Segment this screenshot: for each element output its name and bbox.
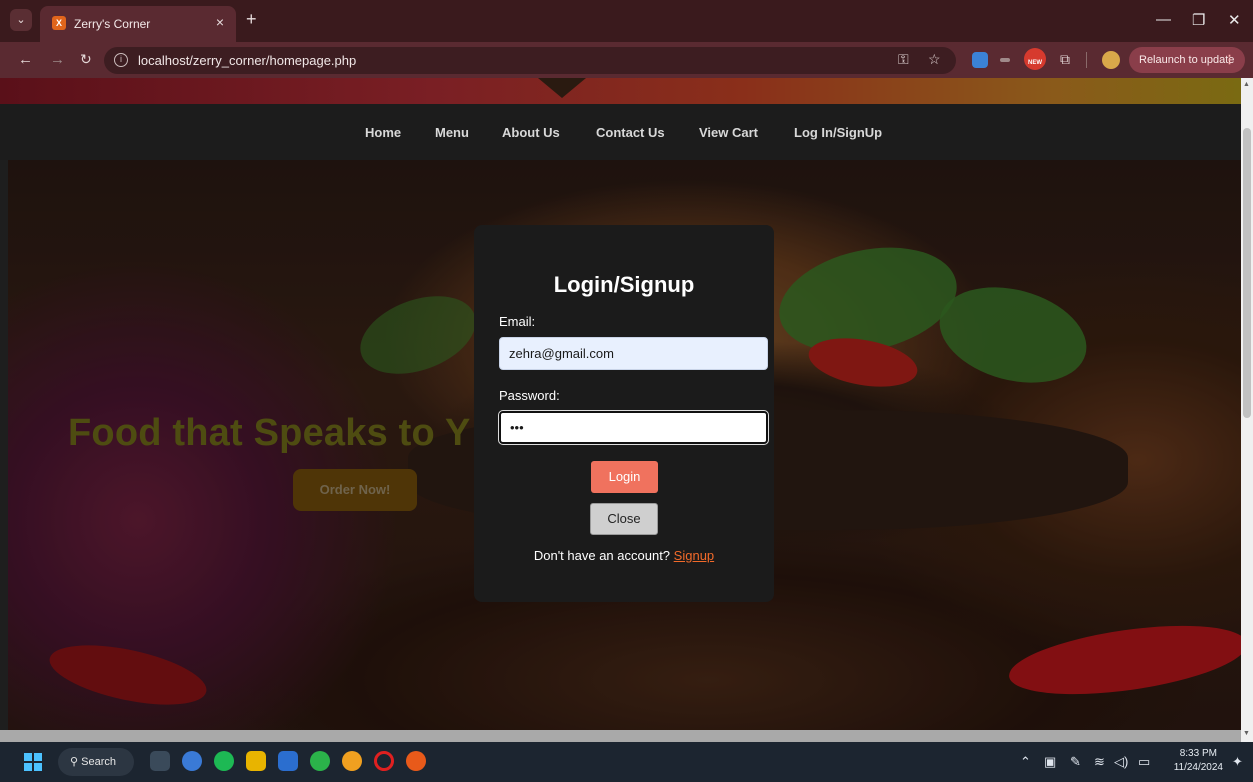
browser-toolbar: ← → ↻ i localhost/zerry_corner/homepage.… bbox=[0, 42, 1253, 78]
task-view-icon[interactable] bbox=[150, 751, 170, 771]
site-info-icon[interactable]: i bbox=[114, 53, 128, 67]
xampp-favicon-icon: X bbox=[52, 16, 66, 30]
windows-taskbar: ⚲ Search ⌃ ▣ ✎ ≋ ◁) ▭ 8:33 PM 11/24/2024… bbox=[0, 742, 1253, 782]
windows-start-icon[interactable] bbox=[24, 753, 42, 771]
copilot-icon[interactable] bbox=[182, 751, 202, 771]
close-window-icon[interactable]: ✕ bbox=[1228, 11, 1241, 29]
tab-title: Zerry's Corner bbox=[74, 17, 151, 31]
email-label: Email: bbox=[499, 314, 536, 329]
extensions-puzzle-icon[interactable]: ⧉ bbox=[1060, 51, 1070, 68]
modal-title: Login/Signup bbox=[553, 272, 695, 297]
extension-new-icon[interactable]: NEW bbox=[1024, 48, 1046, 70]
relaunch-to-update-button[interactable]: Relaunch to update ⋮ bbox=[1129, 47, 1245, 73]
chrome-icon[interactable] bbox=[342, 751, 362, 771]
browser-tab-bar: ⌄ X Zerry's Corner × + — ❐ ✕ bbox=[0, 0, 1253, 42]
file-explorer-icon[interactable] bbox=[246, 751, 266, 771]
signup-prompt-text: Don't have an account? bbox=[533, 548, 671, 563]
relaunch-label: Relaunch to update bbox=[1139, 54, 1235, 66]
site-navbar: Home Menu About Us Contact Us View Cart … bbox=[0, 104, 1241, 160]
bookmark-star-icon[interactable]: ☆ bbox=[928, 51, 941, 68]
extension-blue-icon[interactable] bbox=[972, 52, 988, 68]
battery-icon[interactable]: ▭ bbox=[1138, 754, 1150, 770]
url-text[interactable]: localhost/zerry_corner/homepage.php bbox=[138, 53, 356, 68]
signup-prompt: Don't have an account? Signup bbox=[474, 548, 774, 563]
whatsapp-icon[interactable] bbox=[310, 751, 330, 771]
chrome-canary-icon[interactable] bbox=[406, 751, 426, 771]
browser-menu-icon[interactable]: ⋮ bbox=[1224, 47, 1235, 73]
login-signup-modal: Login/Signup Email: Password: Login Clos… bbox=[474, 225, 774, 602]
search-label: Search bbox=[81, 756, 116, 768]
nav-view-cart-link[interactable]: View Cart bbox=[699, 125, 758, 140]
close-button[interactable]: Close bbox=[590, 503, 658, 535]
nav-home-link[interactable]: Home bbox=[365, 125, 401, 140]
extension-dash-icon[interactable] bbox=[1000, 58, 1010, 62]
wifi-icon[interactable]: ≋ bbox=[1094, 754, 1105, 770]
nav-login-signup-link[interactable]: Log In/SignUp bbox=[794, 125, 882, 140]
web-page: Home Menu About Us Contact Us View Cart … bbox=[0, 78, 1241, 742]
taskbar-clock[interactable]: 8:33 PM 11/24/2024 bbox=[1174, 747, 1223, 775]
restore-icon[interactable]: ❐ bbox=[1192, 11, 1205, 29]
tab-close-icon[interactable]: × bbox=[216, 14, 224, 30]
nav-menu-link[interactable]: Menu bbox=[435, 125, 469, 140]
page-scrollbar[interactable]: ▲ ▼ bbox=[1241, 78, 1253, 742]
clock-time: 8:33 PM bbox=[1179, 748, 1217, 759]
password-label: Password: bbox=[499, 388, 560, 403]
toolbar-divider bbox=[1086, 52, 1087, 68]
spotify-icon[interactable] bbox=[214, 751, 234, 771]
password-key-icon[interactable]: ⚿ bbox=[898, 51, 909, 68]
tray-pen-icon[interactable]: ✎ bbox=[1070, 754, 1081, 770]
opera-icon[interactable] bbox=[374, 751, 394, 771]
scroll-up-arrow-icon[interactable]: ▲ bbox=[1243, 81, 1250, 88]
search-icon: ⚲ bbox=[70, 756, 79, 768]
nav-contact-link[interactable]: Contact Us bbox=[596, 125, 665, 140]
scroll-down-arrow-icon[interactable]: ▼ bbox=[1243, 730, 1250, 737]
login-button[interactable]: Login bbox=[591, 461, 658, 493]
logo-fragment bbox=[538, 78, 586, 98]
tab-search-chevron-icon[interactable]: ⌄ bbox=[10, 9, 32, 31]
clock-date: 11/24/2024 bbox=[1173, 762, 1223, 773]
tray-app-icon[interactable]: ▣ bbox=[1044, 754, 1056, 770]
signup-link[interactable]: Signup bbox=[674, 548, 714, 563]
notification-icon[interactable]: ✦ bbox=[1232, 754, 1243, 770]
word-icon[interactable] bbox=[278, 751, 298, 771]
new-tab-button[interactable]: + bbox=[246, 9, 257, 29]
scroll-thumb[interactable] bbox=[1243, 128, 1251, 418]
reload-icon[interactable]: ↻ bbox=[80, 51, 92, 68]
email-field[interactable] bbox=[499, 337, 768, 370]
password-field[interactable] bbox=[498, 410, 769, 445]
forward-arrow-icon[interactable]: → bbox=[50, 51, 65, 68]
address-bar[interactable]: i localhost/zerry_corner/homepage.php ⚿ … bbox=[104, 47, 956, 74]
nav-about-link[interactable]: About Us bbox=[502, 125, 560, 140]
tray-chevron-up-icon[interactable]: ⌃ bbox=[1020, 754, 1031, 770]
profile-avatar-icon[interactable] bbox=[1102, 51, 1120, 69]
browser-tab[interactable]: X Zerry's Corner × bbox=[40, 6, 236, 42]
volume-icon[interactable]: ◁) bbox=[1114, 754, 1128, 770]
minimize-icon[interactable]: — bbox=[1156, 11, 1171, 28]
page-footer-strip bbox=[0, 730, 1241, 742]
back-arrow-icon[interactable]: ← bbox=[18, 51, 33, 68]
header-banner bbox=[0, 78, 1241, 104]
taskbar-search[interactable]: ⚲ Search bbox=[58, 748, 134, 776]
